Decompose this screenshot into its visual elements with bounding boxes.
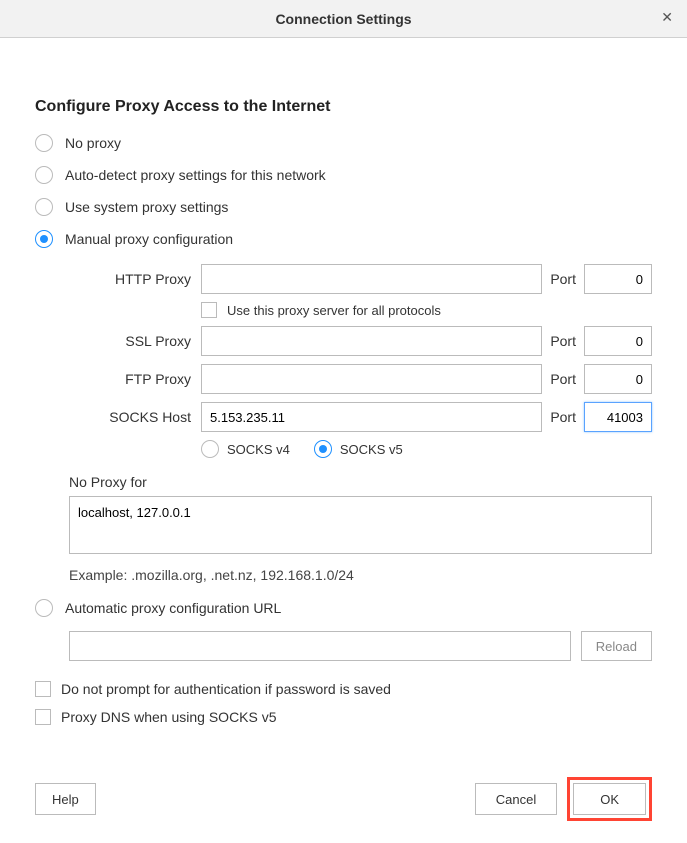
socks-port-input[interactable]	[584, 402, 652, 432]
no-proxy-example: Example: .mozilla.org, .net.nz, 192.168.…	[69, 567, 652, 583]
radio-system-proxy[interactable]	[35, 198, 53, 216]
auto-config-url-input[interactable]	[69, 631, 571, 661]
http-proxy-row: HTTP Proxy Port	[69, 264, 652, 294]
ok-highlight: OK	[567, 777, 652, 821]
http-proxy-input[interactable]	[201, 264, 542, 294]
option-no-proxy[interactable]: No proxy	[35, 134, 652, 152]
socks-v5-option[interactable]: SOCKS v5	[314, 440, 403, 458]
socks-host-input[interactable]	[201, 402, 542, 432]
ftp-proxy-label: FTP Proxy	[69, 371, 201, 387]
ssl-proxy-row: SSL Proxy Port	[69, 326, 652, 356]
proxy-dns-socks5-label: Proxy DNS when using SOCKS v5	[61, 709, 277, 725]
no-prompt-auth-checkbox[interactable]	[35, 681, 51, 697]
socks-host-label: SOCKS Host	[69, 409, 201, 425]
label-socks-v5: SOCKS v5	[340, 442, 403, 457]
close-icon[interactable]: ✕	[661, 10, 673, 24]
auto-config-url-row: Reload	[69, 631, 652, 661]
ssl-port-input[interactable]	[584, 326, 652, 356]
option-manual-proxy[interactable]: Manual proxy configuration	[35, 230, 652, 248]
use-for-all-checkbox[interactable]	[201, 302, 217, 318]
section-heading: Configure Proxy Access to the Internet	[35, 98, 652, 116]
help-button[interactable]: Help	[35, 783, 96, 815]
no-prompt-auth-label: Do not prompt for authentication if pass…	[61, 681, 391, 697]
ftp-proxy-input[interactable]	[201, 364, 542, 394]
ftp-port-input[interactable]	[584, 364, 652, 394]
socks-host-row: SOCKS Host Port	[69, 402, 652, 432]
ftp-port-label: Port	[542, 371, 584, 387]
ssl-port-label: Port	[542, 333, 584, 349]
footer-right: Cancel OK	[475, 777, 652, 821]
ftp-proxy-row: FTP Proxy Port	[69, 364, 652, 394]
radio-socks-v4[interactable]	[201, 440, 219, 458]
label-auto-detect: Auto-detect proxy settings for this netw…	[65, 167, 326, 183]
ssl-proxy-label: SSL Proxy	[69, 333, 201, 349]
socks-v4-option[interactable]: SOCKS v4	[201, 440, 290, 458]
reload-button[interactable]: Reload	[581, 631, 652, 661]
label-socks-v4: SOCKS v4	[227, 442, 290, 457]
cancel-button[interactable]: Cancel	[475, 783, 557, 815]
option-auto-detect[interactable]: Auto-detect proxy settings for this netw…	[35, 166, 652, 184]
label-no-proxy: No proxy	[65, 135, 121, 151]
no-proxy-for-input[interactable]	[69, 496, 652, 554]
radio-auto-detect[interactable]	[35, 166, 53, 184]
ok-button[interactable]: OK	[573, 783, 646, 815]
label-system-proxy: Use system proxy settings	[65, 199, 228, 215]
http-proxy-label: HTTP Proxy	[69, 271, 201, 287]
manual-proxy-section: HTTP Proxy Port Use this proxy server fo…	[69, 264, 652, 583]
dialog-content: Configure Proxy Access to the Internet N…	[0, 38, 687, 757]
option-system-proxy[interactable]: Use system proxy settings	[35, 198, 652, 216]
dialog-footer: Help Cancel OK	[35, 777, 652, 821]
socks-version-row: SOCKS v4 SOCKS v5	[201, 440, 652, 458]
radio-manual-proxy[interactable]	[35, 230, 53, 248]
option-auto-config-url[interactable]: Automatic proxy configuration URL	[35, 599, 652, 617]
proxy-dns-socks5-row[interactable]: Proxy DNS when using SOCKS v5	[35, 709, 652, 725]
no-prompt-auth-row[interactable]: Do not prompt for authentication if pass…	[35, 681, 652, 697]
use-for-all-row[interactable]: Use this proxy server for all protocols	[201, 302, 652, 318]
http-port-label: Port	[542, 271, 584, 287]
http-port-input[interactable]	[584, 264, 652, 294]
radio-no-proxy[interactable]	[35, 134, 53, 152]
use-for-all-label: Use this proxy server for all protocols	[227, 303, 441, 318]
socks-port-label: Port	[542, 409, 584, 425]
label-auto-config-url: Automatic proxy configuration URL	[65, 600, 281, 616]
no-proxy-for-label: No Proxy for	[69, 474, 652, 490]
titlebar: Connection Settings ✕	[0, 0, 687, 38]
dialog-title: Connection Settings	[275, 11, 411, 27]
radio-auto-config-url[interactable]	[35, 599, 53, 617]
proxy-dns-socks5-checkbox[interactable]	[35, 709, 51, 725]
radio-socks-v5[interactable]	[314, 440, 332, 458]
ssl-proxy-input[interactable]	[201, 326, 542, 356]
label-manual-proxy: Manual proxy configuration	[65, 231, 233, 247]
